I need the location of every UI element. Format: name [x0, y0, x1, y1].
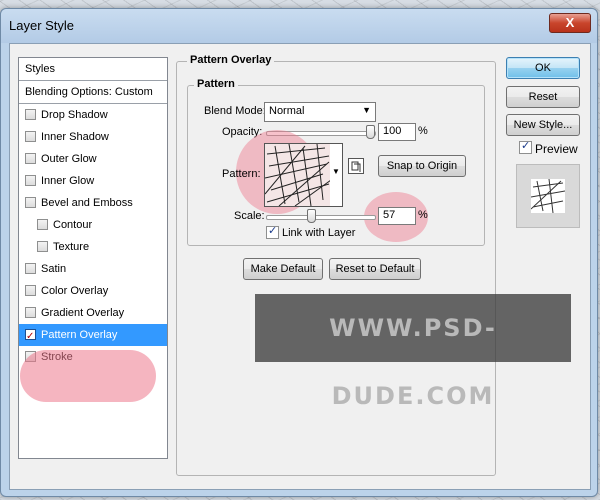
- group-title: Pattern Overlay: [187, 54, 275, 66]
- style-item-checkbox[interactable]: [37, 241, 48, 252]
- ok-button[interactable]: OK: [506, 57, 580, 79]
- title-bar: Layer Style X: [1, 9, 597, 43]
- reset-button[interactable]: Reset: [506, 86, 580, 108]
- style-item-label: Outer Glow: [41, 153, 97, 165]
- style-item-checkbox[interactable]: [25, 263, 36, 274]
- style-item-label: Inner Shadow: [41, 131, 109, 143]
- new-preset-icon[interactable]: [348, 158, 364, 174]
- close-button[interactable]: X: [549, 13, 591, 33]
- blending-options[interactable]: Blending Options: Custom: [19, 81, 167, 104]
- link-with-layer-label[interactable]: Link with Layer: [282, 227, 355, 239]
- make-default-button[interactable]: Make Default: [243, 258, 323, 280]
- style-item-label: Pattern Overlay: [41, 329, 118, 341]
- chevron-down-icon: ▼: [332, 167, 340, 176]
- blend-mode-value: Normal: [269, 105, 305, 117]
- style-item-label: Texture: [53, 241, 90, 253]
- style-item-checkbox[interactable]: [25, 351, 36, 362]
- opacity-label: Opacity:: [222, 126, 263, 138]
- style-item-label: Contour: [53, 219, 93, 231]
- style-item-label: Satin: [41, 263, 67, 275]
- checkmark-icon: ✓: [26, 331, 35, 342]
- styles-list: Styles Blending Options: Custom Drop Sha…: [18, 57, 168, 459]
- style-item-label: Stroke: [41, 351, 73, 363]
- scale-slider-track[interactable]: [266, 215, 376, 220]
- scale-label: Scale:: [234, 210, 265, 222]
- style-item-checkbox[interactable]: [25, 307, 36, 318]
- style-item-label: Bevel and Emboss: [41, 197, 133, 209]
- scale-percent-sign: %: [418, 209, 428, 221]
- style-item-drop-shadow[interactable]: Drop Shadow: [19, 104, 167, 126]
- scale-slider-thumb[interactable]: [306, 209, 316, 223]
- checkmark-icon: ✓: [521, 140, 531, 152]
- style-item-checkbox[interactable]: [25, 175, 36, 186]
- checkmark-icon: ✓: [268, 225, 278, 237]
- chevron-down-icon: ▼: [362, 105, 371, 115]
- pattern-sketch-icon: [264, 143, 332, 207]
- style-item-texture[interactable]: Texture: [19, 236, 167, 258]
- style-item-label: Inner Glow: [41, 175, 95, 187]
- blend-mode-select[interactable]: Normal ▼: [264, 102, 376, 122]
- new-preset-glyph: [351, 161, 361, 172]
- style-item-satin[interactable]: Satin: [19, 258, 167, 280]
- style-item-gradient-overlay[interactable]: Gradient Overlay: [19, 302, 167, 324]
- layer-style-dialog: Layer Style X Styles Blending Options: C…: [0, 8, 598, 497]
- link-with-layer-checkbox[interactable]: ✓: [266, 225, 279, 239]
- opacity-slider-thumb[interactable]: [366, 125, 375, 139]
- watermark: WWW.PSD-DUDE.COM: [255, 294, 571, 410]
- style-item-stroke[interactable]: Stroke: [19, 346, 167, 368]
- style-items: Drop Shadow Inner Shadow Outer Glow Inner G…: [19, 104, 167, 368]
- style-item-pattern-overlay[interactable]: ✓ Pattern Overlay: [19, 324, 167, 346]
- style-item-checkbox[interactable]: [25, 131, 36, 142]
- style-item-checkbox[interactable]: ✓: [25, 329, 36, 342]
- preview-checkbox[interactable]: ✓: [519, 140, 532, 154]
- style-item-inner-shadow[interactable]: Inner Shadow: [19, 126, 167, 148]
- style-item-checkbox[interactable]: [25, 153, 36, 164]
- style-item-bevel-and-emboss[interactable]: Bevel and Emboss: [19, 192, 167, 214]
- style-item-color-overlay[interactable]: Color Overlay: [19, 280, 167, 302]
- pattern-picker-button[interactable]: ▼: [330, 143, 343, 207]
- snap-to-origin-button[interactable]: Snap to Origin: [378, 155, 466, 177]
- style-item-checkbox[interactable]: [25, 197, 36, 208]
- preview-swatch: [530, 178, 566, 214]
- close-icon: X: [565, 15, 575, 30]
- style-item-contour[interactable]: Contour: [19, 214, 167, 236]
- opacity-slider-track[interactable]: [266, 131, 376, 136]
- new-style-button[interactable]: New Style...: [506, 114, 580, 136]
- style-item-outer-glow[interactable]: Outer Glow: [19, 148, 167, 170]
- window-title: Layer Style: [9, 18, 75, 33]
- style-preview: [516, 164, 580, 228]
- style-item-checkbox[interactable]: [25, 109, 36, 120]
- blend-mode-label: Blend Mode:: [204, 105, 266, 117]
- opacity-input[interactable]: 100: [378, 123, 416, 141]
- style-item-label: Drop Shadow: [41, 109, 108, 121]
- preview-pattern-icon: [530, 178, 566, 214]
- subgroup-title: Pattern: [194, 78, 238, 90]
- style-item-label: Color Overlay: [41, 285, 109, 297]
- opacity-value: 100: [383, 125, 402, 137]
- style-item-checkbox[interactable]: [25, 285, 36, 296]
- scale-input[interactable]: 57: [378, 207, 416, 225]
- reset-to-default-button[interactable]: Reset to Default: [329, 258, 421, 280]
- preview-label[interactable]: Preview: [535, 142, 578, 156]
- style-item-inner-glow[interactable]: Inner Glow: [19, 170, 167, 192]
- pattern-subgroup: Pattern Blend Mode: Normal ▼ Opacity: 10…: [187, 78, 485, 246]
- style-item-checkbox[interactable]: [37, 219, 48, 230]
- dialog-client: Styles Blending Options: Custom Drop Sha…: [9, 43, 591, 490]
- style-item-label: Gradient Overlay: [41, 307, 125, 319]
- styles-header[interactable]: Styles: [19, 58, 167, 81]
- pattern-swatch[interactable]: [264, 143, 332, 207]
- opacity-percent-sign: %: [418, 125, 428, 137]
- scale-value: 57: [383, 209, 396, 221]
- pattern-label: Pattern:: [222, 168, 261, 180]
